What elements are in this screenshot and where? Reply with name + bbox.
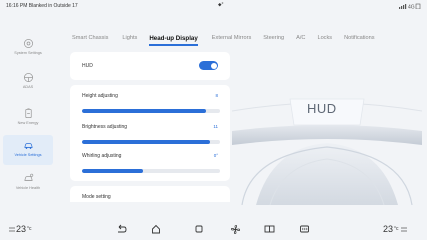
home-icon: [152, 224, 160, 234]
height-slider[interactable]: [82, 109, 220, 113]
right-temperature[interactable]: 23 °c: [383, 224, 408, 234]
brightness-adjust-label: Brightness adjusting: [82, 124, 128, 130]
sidebar-item-system-settings[interactable]: System Settings: [3, 33, 53, 63]
sidebar-item-new-energy[interactable]: New Energy: [3, 103, 53, 133]
tab-notifications[interactable]: Notifications: [344, 35, 374, 41]
hud-toggle-switch[interactable]: [199, 61, 218, 70]
sidebar-item-adas[interactable]: ADAS: [3, 67, 53, 97]
fan-button[interactable]: [228, 222, 242, 236]
recents-button[interactable]: [192, 222, 206, 236]
seat-heat-icon: [264, 225, 274, 233]
sidebar-item-label: Vehicle Settings: [14, 153, 42, 157]
hud-preview-label: HUD: [307, 101, 337, 116]
right-temp-value: 23: [383, 224, 394, 234]
mode-setting-label: Mode setting: [82, 194, 111, 200]
height-adjust-value: 8: [215, 93, 218, 98]
brightness-slider[interactable]: [82, 140, 220, 144]
hud-preview: HUD: [231, 55, 423, 206]
back-icon: [117, 224, 126, 233]
height-slider-fill: [82, 109, 207, 113]
settings-tabs: Smart Chassis Lights Head-up Display Ext…: [72, 28, 375, 48]
left-temp-value: 23: [16, 224, 27, 234]
whirling-slider-fill: [82, 169, 143, 173]
tab-head-up-display[interactable]: Head-up Display: [149, 35, 199, 46]
settings-gear-icon: [22, 37, 34, 49]
whirling-adjust-label: Whirling adjusting: [82, 153, 122, 159]
sidebar-item-vehicle-settings[interactable]: Vehicle Settings: [3, 135, 53, 165]
height-adjust-label: Height adjusting: [82, 93, 118, 99]
seat-heat-button[interactable]: [262, 222, 276, 236]
signal-icon: 4G: [399, 3, 421, 11]
sidebar-item-label: Vehicle Health: [15, 186, 41, 190]
status-signal: 4G: [399, 3, 421, 11]
fan-icon: [230, 224, 240, 234]
brightness-adjust-value: 11: [213, 124, 218, 129]
whirling-slider[interactable]: [82, 169, 220, 173]
back-button[interactable]: [114, 222, 128, 236]
svg-text:4G: 4G: [408, 5, 415, 10]
tab-lights[interactable]: Lights: [122, 35, 137, 41]
tab-steering[interactable]: Steering: [263, 35, 284, 41]
car-icon: [22, 139, 34, 151]
status-left-text: 16:16 PM Blanked in Outside 17: [6, 3, 78, 9]
right-temp-unit: °c: [394, 226, 399, 232]
home-button[interactable]: [149, 222, 163, 236]
hud-toggle-card: HUD: [70, 52, 230, 80]
sidebar-item-vehicle-health[interactable]: Vehicle Health: [3, 168, 53, 198]
battery-icon: [22, 107, 34, 119]
fan-left-icon: [9, 227, 15, 231]
tab-external-mirrors[interactable]: External Mirrors: [212, 35, 251, 41]
adas-steering-icon: [22, 71, 34, 83]
fan-right-icon: [400, 227, 407, 231]
sidebar: System Settings ADAS New Energy Vehicle …: [0, 27, 56, 202]
left-temp-unit: °c: [27, 226, 32, 232]
whirling-adjust-value: 0°: [213, 153, 218, 158]
tab-locks[interactable]: Locks: [317, 35, 332, 41]
status-center-indicator: ⬥°: [218, 2, 224, 8]
windshield-illustration: [231, 98, 423, 206]
defrost-icon: [299, 225, 309, 233]
sidebar-item-label: ADAS: [22, 85, 34, 89]
mode-setting-card: Mode setting: [70, 186, 230, 202]
tab-smart-chassis[interactable]: Smart Chassis: [72, 35, 108, 41]
hud-adjust-card: Height adjusting 8 Brightness adjusting …: [70, 85, 230, 181]
defrost-button[interactable]: [297, 222, 311, 236]
hud-toggle-label: HUD: [82, 63, 93, 69]
sidebar-item-label: New Energy: [17, 121, 39, 125]
sidebar-item-label: System Settings: [14, 51, 42, 55]
tab-ac[interactable]: A/C: [296, 35, 305, 41]
brightness-slider-fill: [82, 140, 211, 144]
hud-settings-panel: HUD Height adjusting 8 Brightness adjust…: [70, 52, 230, 202]
recents-square-icon: [195, 225, 203, 233]
status-bar: 16:16 PM Blanked in Outside 17 ⬥° 4G: [0, 0, 427, 12]
left-temperature[interactable]: 23 °c: [8, 224, 32, 234]
bottom-bar: [0, 219, 427, 240]
car-health-icon: [22, 172, 34, 184]
